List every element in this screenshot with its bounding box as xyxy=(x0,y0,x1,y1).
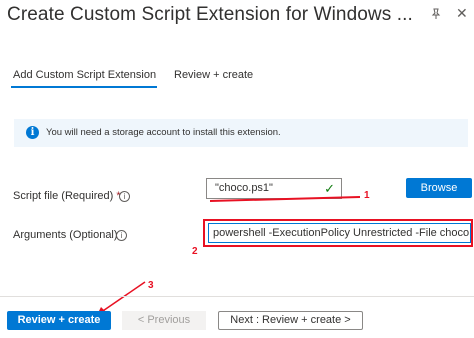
script-file-help-icon[interactable]: i xyxy=(119,191,130,202)
info-banner-text: You will need a storage account to insta… xyxy=(46,127,281,138)
annotation-box-arguments xyxy=(203,219,473,247)
browse-button[interactable]: Browse xyxy=(406,178,472,198)
tab-review-create[interactable]: Review + create xyxy=(174,69,253,81)
previous-button[interactable]: < Previous xyxy=(122,311,206,330)
script-file-label-text: Script file (Required) xyxy=(13,190,114,202)
next-review-create-button[interactable]: Next : Review + create > xyxy=(218,311,363,330)
arguments-label: Arguments (Optional) xyxy=(13,229,118,241)
script-file-value: "choco.ps1" xyxy=(215,182,273,194)
arguments-help-icon[interactable]: i xyxy=(116,230,127,241)
footer-divider xyxy=(0,296,474,297)
review-create-button[interactable]: Review + create xyxy=(7,311,111,330)
annotation-overlay xyxy=(96,196,361,316)
blade-title: Create Custom Script Extension for Windo… xyxy=(7,4,413,25)
annotation-marker-1: 1 xyxy=(364,190,370,201)
annotation-marker-2: 2 xyxy=(192,246,198,257)
info-icon: i xyxy=(26,126,39,139)
close-icon[interactable]: ✕ xyxy=(456,6,468,20)
script-file-label: Script file (Required) * xyxy=(13,190,121,202)
active-tab-indicator xyxy=(11,86,157,88)
script-file-input[interactable]: "choco.ps1" ✓ xyxy=(206,178,342,199)
info-banner: i You will need a storage account to ins… xyxy=(14,119,468,147)
tab-add-custom-script-extension[interactable]: Add Custom Script Extension xyxy=(13,69,156,81)
pin-icon[interactable] xyxy=(430,8,442,20)
annotation-marker-3: 3 xyxy=(148,280,154,291)
checkmark-icon: ✓ xyxy=(324,181,335,196)
